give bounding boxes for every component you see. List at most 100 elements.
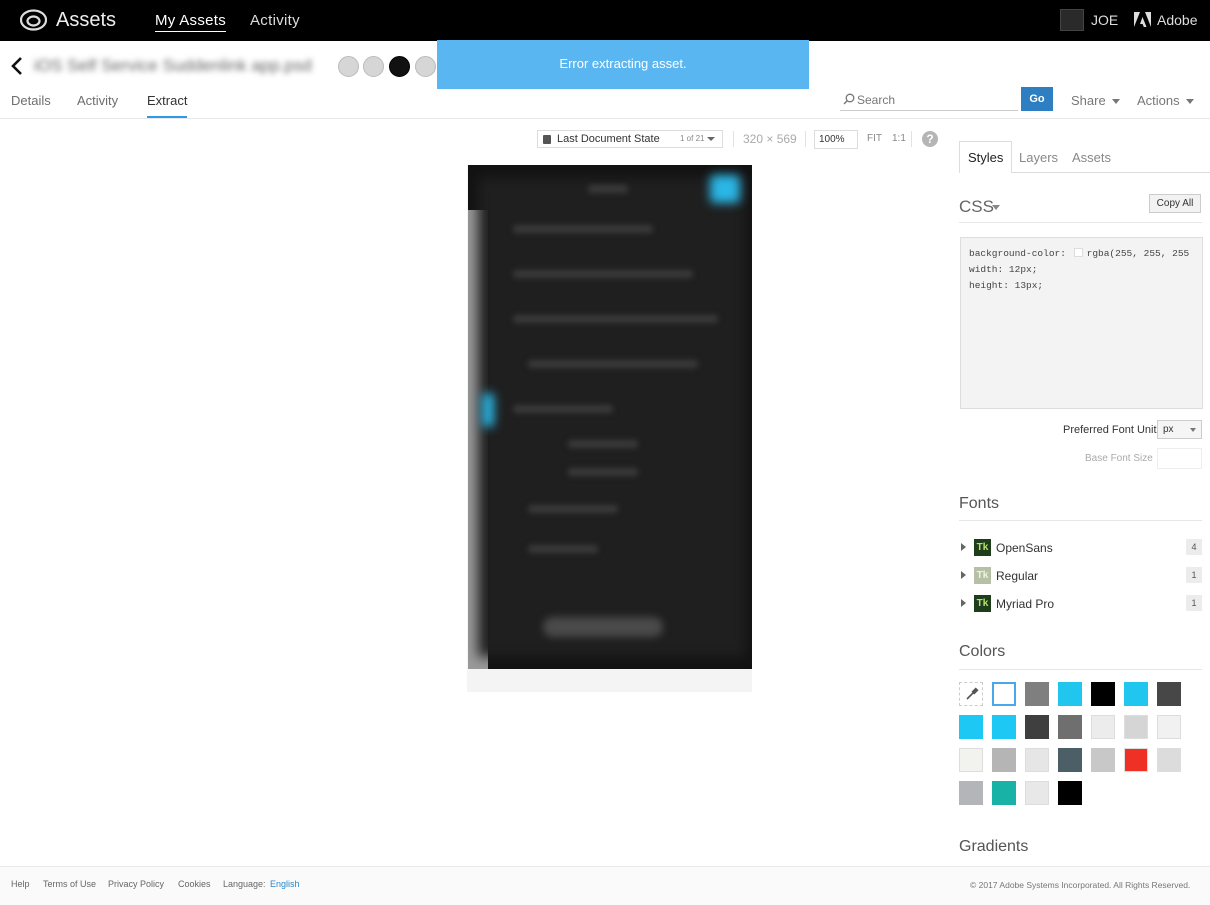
- color-swatch[interactable]: [1025, 748, 1049, 772]
- panel-tab-divider: [1012, 172, 1210, 173]
- font-count-badge: 4: [1186, 539, 1202, 555]
- color-swatch[interactable]: [1058, 781, 1082, 805]
- actual-size-button[interactable]: 1:1: [892, 133, 906, 144]
- color-swatch[interactable]: [1124, 682, 1148, 706]
- color-swatch[interactable]: [1025, 682, 1049, 706]
- adobe-label[interactable]: Adobe: [1157, 12, 1197, 28]
- fit-button[interactable]: FIT: [867, 133, 882, 144]
- adobe-logo-icon[interactable]: [1134, 12, 1151, 27]
- color-swatch[interactable]: [992, 781, 1016, 805]
- layer-comp-icon: [543, 135, 551, 144]
- color-swatch[interactable]: [992, 682, 1016, 706]
- tab-layers[interactable]: Layers: [1019, 150, 1058, 165]
- section-divider: [959, 669, 1202, 670]
- asset-title: iOS Self Service Suddenlink app.psd: [34, 56, 312, 75]
- chevron-right-icon[interactable]: [961, 543, 966, 551]
- section-divider: [959, 222, 1202, 223]
- color-swatch[interactable]: [1124, 715, 1148, 739]
- nav-my-assets[interactable]: My Assets: [155, 12, 227, 32]
- preferred-font-unit-select[interactable]: px: [1157, 420, 1202, 439]
- css-line: width: 12px;: [969, 262, 1194, 278]
- eyedropper-icon: [966, 687, 979, 700]
- collaborator-avatar[interactable]: [338, 56, 359, 77]
- font-row[interactable]: Tk OpenSans 4: [959, 539, 1202, 557]
- tab-extract[interactable]: Extract: [147, 93, 187, 108]
- design-artboard[interactable]: [468, 165, 752, 669]
- color-swatch[interactable]: [1157, 715, 1181, 739]
- artboard-text-line: [528, 360, 698, 368]
- avatar[interactable]: [1060, 9, 1084, 31]
- color-swatch[interactable]: [1025, 781, 1049, 805]
- tab-details[interactable]: Details: [11, 93, 51, 108]
- chevron-right-icon[interactable]: [961, 571, 966, 579]
- font-unit-value: px: [1163, 424, 1174, 435]
- base-font-size-label: Base Font Size: [1085, 453, 1153, 464]
- go-button[interactable]: Go: [1021, 87, 1053, 111]
- color-swatch[interactable]: [1058, 682, 1082, 706]
- fonts-section-title: Fonts: [959, 495, 1000, 512]
- artboard-text-line: [513, 225, 653, 233]
- color-swatch[interactable]: [1091, 715, 1115, 739]
- tab-activity[interactable]: Activity: [77, 93, 118, 108]
- tab-styles[interactable]: Styles: [968, 150, 1003, 165]
- color-swatch-icon: [1073, 248, 1083, 257]
- css-prop: width:: [969, 264, 1004, 275]
- font-row[interactable]: Tk Myriad Pro 1: [959, 595, 1202, 613]
- color-swatch[interactable]: [1157, 682, 1181, 706]
- artboard-button: [543, 617, 663, 637]
- font-name: Myriad Pro: [996, 597, 1055, 611]
- search-input[interactable]: [857, 91, 1015, 109]
- chevron-down-icon: [707, 137, 715, 141]
- color-swatch[interactable]: [992, 748, 1016, 772]
- app-title[interactable]: Assets: [56, 9, 116, 32]
- top-bar: Assets My Assets Activity JOE Adobe: [0, 0, 1210, 41]
- artboard-text-line: [528, 505, 618, 513]
- css-section-title[interactable]: CSS: [959, 197, 994, 217]
- color-swatch[interactable]: [959, 781, 983, 805]
- help-icon[interactable]: ?: [922, 131, 938, 147]
- zoom-input[interactable]: 100%: [814, 130, 858, 149]
- css-code-box[interactable]: background-color: rgba(255, 255, 255 wid…: [960, 237, 1203, 409]
- color-swatch[interactable]: [1124, 748, 1148, 772]
- footer-link-privacy[interactable]: Privacy Policy: [108, 879, 164, 889]
- artboard-accent: [710, 175, 740, 203]
- color-swatch[interactable]: [959, 748, 983, 772]
- typekit-icon: Tk: [974, 539, 991, 556]
- tab-assets[interactable]: Assets: [1072, 150, 1111, 165]
- copy-all-button[interactable]: Copy All: [1149, 194, 1201, 213]
- color-swatch[interactable]: [1058, 748, 1082, 772]
- css-value: 12px;: [1008, 264, 1038, 275]
- artboard-content: [478, 177, 746, 657]
- color-swatch[interactable]: [1025, 715, 1049, 739]
- footer-link-terms[interactable]: Terms of Use: [43, 879, 96, 889]
- font-row[interactable]: Tk Regular 1: [959, 567, 1202, 585]
- language-link[interactable]: English: [270, 879, 300, 889]
- color-swatch[interactable]: [1091, 748, 1115, 772]
- footer-link-help[interactable]: Help: [11, 879, 30, 889]
- css-line: background-color: rgba(255, 255, 255: [969, 246, 1194, 262]
- nav-activity[interactable]: Activity: [250, 12, 300, 29]
- footer-link-cookies[interactable]: Cookies: [178, 879, 211, 889]
- actions-menu-button[interactable]: Actions: [1137, 93, 1194, 108]
- collaborator-avatar[interactable]: [415, 56, 436, 77]
- color-swatch[interactable]: [992, 715, 1016, 739]
- color-swatch[interactable]: [1157, 748, 1181, 772]
- color-swatch[interactable]: [959, 715, 983, 739]
- creative-cloud-logo-icon[interactable]: [20, 9, 47, 31]
- color-swatch[interactable]: [1058, 715, 1082, 739]
- color-swatch[interactable]: [1091, 682, 1115, 706]
- eyedropper-tool[interactable]: [959, 682, 983, 706]
- css-value: rgba(255, 255, 255: [1086, 248, 1190, 259]
- collaborator-avatar[interactable]: [363, 56, 384, 77]
- base-font-size-input[interactable]: [1157, 448, 1202, 469]
- document-state-select[interactable]: Last Document State 1 of 21: [537, 130, 723, 148]
- canvas-dimensions: 320 × 569: [743, 132, 797, 146]
- user-name[interactable]: JOE: [1091, 12, 1118, 28]
- chevron-right-icon[interactable]: [961, 599, 966, 607]
- error-toast[interactable]: Error extracting asset.: [437, 40, 809, 89]
- back-arrow-icon[interactable]: [10, 56, 24, 76]
- chevron-down-icon[interactable]: [992, 205, 1000, 210]
- state-label: Last Document State: [557, 133, 660, 145]
- collaborator-avatar[interactable]: [389, 56, 410, 77]
- share-menu-button[interactable]: Share: [1071, 93, 1120, 108]
